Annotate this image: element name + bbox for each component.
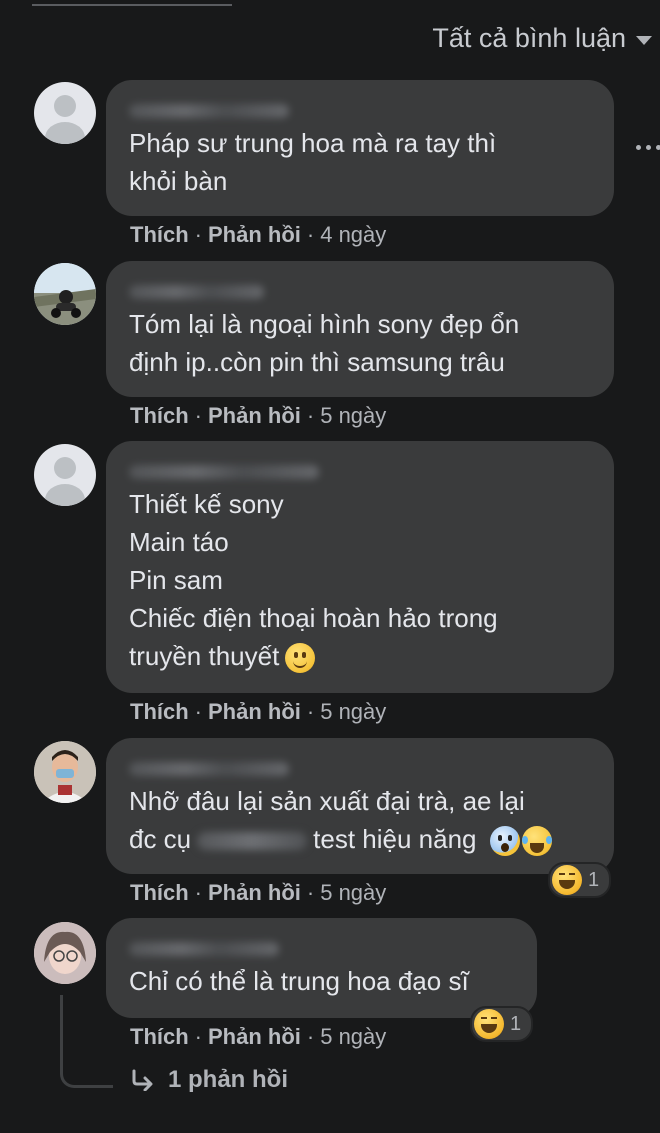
comment-actions: Thích · Phản hồi · 5 ngày [130, 880, 387, 906]
reaction-count: 1 [588, 868, 600, 891]
avatar[interactable] [34, 444, 96, 506]
like-link[interactable]: Thích [130, 403, 189, 429]
comment-filter-dropdown[interactable]: Tất cả bình luận [432, 18, 652, 58]
comment-bubble: Nhỡ đâu lại sản xuất đại trà, ae lại đc c… [106, 738, 614, 874]
top-divider [32, 4, 232, 6]
comment-bubble: Tóm lại là ngoại hình sony đẹp ổn định i… [106, 261, 614, 397]
caret-down-icon [636, 35, 652, 45]
comment-text: Tóm lại là ngoại hình sony đẹp ổn định i… [129, 309, 520, 377]
comment-text-line2-end: test hiệu năng [313, 824, 477, 854]
comment-actions: Thích · Phản hồi · 5 ngày [130, 403, 387, 429]
reply-arrow-icon [132, 1069, 153, 1091]
reply-link[interactable]: Phản hồi [208, 880, 301, 906]
scream-face-icon [489, 826, 520, 857]
comment-bubble: Chỉ có thể là trung hoa đạo sĩ [106, 918, 537, 1018]
comment-bubble: Thiết kế sony Main táo Pin sam Chiếc điệ… [106, 441, 614, 693]
comment-actions: Thích · Phản hồi · 5 ngày [130, 1024, 387, 1050]
comment-text: Thiết kế sony Main táo Pin sam Chiếc điệ… [129, 485, 592, 675]
avatar-photo-icon [34, 922, 96, 984]
comment-text-content: Thiết kế sony Main táo Pin sam Chiếc điệ… [129, 489, 498, 671]
comment-author-name-blurred[interactable] [129, 279, 592, 305]
view-replies-link[interactable]: 1 phản hồi [130, 1066, 288, 1094]
default-avatar-icon [45, 457, 85, 506]
comment-filter-label: Tất cả bình luận [432, 22, 626, 53]
reaction-summary[interactable]: 1 [470, 1006, 534, 1042]
like-link[interactable]: Thích [130, 222, 189, 248]
default-avatar-icon [45, 95, 85, 144]
comment-author-name-blurred[interactable] [129, 98, 592, 124]
comment-timestamp[interactable]: 5 ngày [320, 880, 386, 906]
comment-bubble: Pháp sư trung hoa mà ra tay thì khỏi bàn [106, 80, 614, 216]
comment-timestamp[interactable]: 5 ngày [320, 699, 386, 725]
comment-actions: Thích · Phản hồi · 4 ngày [130, 222, 387, 248]
comment-text: Pháp sư trung hoa mà ra tay thì khỏi bàn [129, 128, 497, 196]
comment-timestamp[interactable]: 5 ngày [320, 1024, 386, 1050]
replies-count-label: 1 phản hồi [168, 1066, 288, 1093]
reply-link[interactable]: Phản hồi [208, 699, 301, 725]
comment-actions: Thích · Phản hồi · 5 ngày [130, 699, 387, 725]
reaction-count: 1 [510, 1012, 522, 1035]
comment-text-line1: Nhỡ đâu lại sản xuất đại trà, ae lại [129, 786, 525, 816]
like-link[interactable]: Thích [130, 699, 189, 725]
comment-author-name-blurred[interactable] [129, 459, 592, 485]
avatar[interactable] [34, 263, 96, 325]
reply-link[interactable]: Phản hồi [208, 1024, 301, 1050]
comment-text-line2-start: đc cụ [129, 824, 192, 854]
reaction-summary[interactable]: 1 [548, 862, 612, 898]
more-horizontal-icon[interactable] [636, 145, 660, 150]
comment-author-name-blurred[interactable] [129, 936, 515, 962]
reply-thread-line [60, 995, 113, 1088]
comment-timestamp[interactable]: 4 ngày [320, 222, 386, 248]
comment-text: Chỉ có thể là trung hoa đạo sĩ [129, 966, 469, 996]
reply-link[interactable]: Phản hồi [208, 222, 301, 248]
avatar-photo-icon [34, 741, 96, 803]
comment-author-name-blurred[interactable] [129, 756, 592, 782]
avatar[interactable] [34, 741, 96, 803]
slightly-smiling-face-icon [285, 643, 316, 674]
blurred-mention [197, 832, 308, 851]
laughing-face-icon [474, 1009, 504, 1039]
comment-timestamp[interactable]: 5 ngày [320, 403, 386, 429]
avatar[interactable] [34, 82, 96, 144]
reply-link[interactable]: Phản hồi [208, 403, 301, 429]
like-link[interactable]: Thích [130, 1024, 189, 1050]
like-link[interactable]: Thích [130, 880, 189, 906]
laughing-face-icon [552, 865, 582, 895]
avatar[interactable] [34, 922, 96, 984]
avatar-photo-icon [34, 263, 96, 325]
comment-text: Nhỡ đâu lại sản xuất đại trà, ae lại đc c… [129, 782, 592, 858]
tears-of-joy-icon [521, 826, 552, 857]
